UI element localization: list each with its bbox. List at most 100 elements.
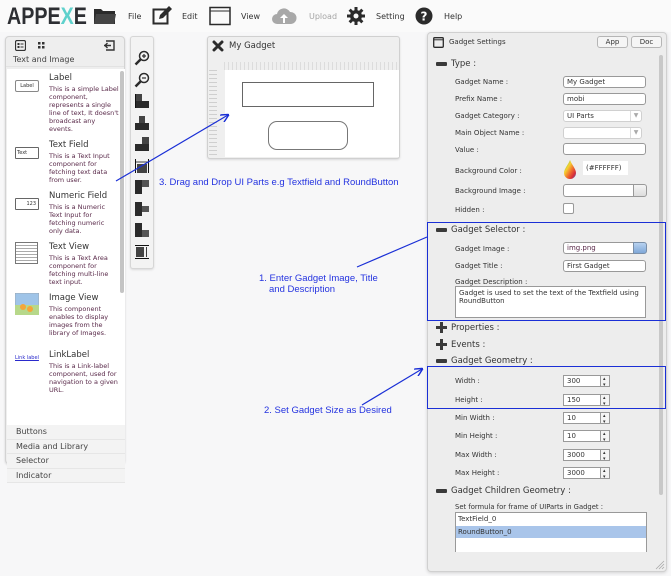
link-label-component-icon: Link label bbox=[15, 355, 39, 361]
min-height-value: 10 bbox=[567, 432, 576, 440]
palette-group-buttons[interactable]: Buttons bbox=[7, 425, 125, 440]
list-view-icon[interactable] bbox=[15, 40, 26, 51]
palette-scrollbar[interactable] bbox=[120, 71, 124, 293]
hidden-label: Hidden : bbox=[455, 206, 485, 214]
gadget-category-label: Gadget Category : bbox=[455, 112, 520, 120]
gadget-category-select[interactable]: UI Parts ▼ bbox=[563, 110, 642, 122]
value-label: Value : bbox=[455, 146, 479, 154]
upload-menu[interactable]: Upload bbox=[271, 0, 339, 32]
gadget-canvas[interactable] bbox=[225, 70, 399, 157]
component-text-field[interactable]: Text Text Field This is a Text Input com… bbox=[7, 140, 119, 190]
palette-group-selector[interactable]: Selector bbox=[7, 454, 125, 469]
top-toolbar: APPEXE File Edit View Upload Setting ? H… bbox=[0, 0, 671, 32]
annotation-step3: 3. Drag and Drop UI Parts e.g Textfield … bbox=[159, 177, 399, 188]
align-center-icon[interactable] bbox=[134, 115, 150, 131]
palette-group-media-and-library[interactable]: Media and Library bbox=[7, 439, 125, 454]
canvas-roundbutton[interactable] bbox=[268, 121, 348, 150]
settings-title: Gadget Settings bbox=[449, 38, 506, 46]
component-title: Label bbox=[49, 73, 72, 83]
browse-image-button[interactable] bbox=[633, 184, 647, 197]
component-description: This is a Link-label component, used for… bbox=[49, 362, 118, 394]
prefix-name-input[interactable]: mobi bbox=[563, 93, 646, 105]
label-component-icon: Label bbox=[15, 80, 39, 92]
settings-header: Gadget Settings App Doc bbox=[428, 33, 666, 51]
zoom-out-icon[interactable] bbox=[134, 72, 150, 88]
background-image-input[interactable] bbox=[563, 184, 633, 197]
palette-category-text-and-image[interactable]: Text and Image bbox=[6, 53, 124, 67]
align-right-icon[interactable] bbox=[134, 136, 150, 152]
resize-grip-icon[interactable] bbox=[655, 560, 665, 570]
component-label[interactable]: Label Label This is a simple Label compo… bbox=[7, 73, 119, 133]
gadget-window: My Gadget bbox=[207, 36, 400, 159]
component-image-view[interactable]: Image View This component enables to dis… bbox=[7, 293, 119, 349]
align-left-icon[interactable] bbox=[134, 93, 150, 109]
stepper-arrows-icon[interactable] bbox=[600, 466, 610, 482]
text-field-component-icon: Text bbox=[15, 147, 39, 159]
zoom-in-icon[interactable] bbox=[134, 50, 150, 66]
palette-group-indicator[interactable]: Indicator bbox=[7, 468, 125, 483]
stepper-arrows-icon[interactable] bbox=[600, 411, 610, 427]
app-button[interactable]: App bbox=[597, 36, 628, 48]
hidden-checkbox[interactable] bbox=[563, 203, 574, 214]
distribute-horizontal-icon[interactable] bbox=[134, 158, 150, 174]
help-label: Help bbox=[444, 12, 463, 21]
close-icon[interactable] bbox=[212, 40, 224, 52]
text-view-component-icon bbox=[15, 242, 38, 264]
component-text-view[interactable]: Text View This is a Text Area component … bbox=[7, 242, 119, 292]
edit-menu[interactable]: Edit bbox=[152, 0, 202, 32]
list-item[interactable]: TextField_0 bbox=[456, 513, 646, 526]
chevron-down-icon: ▼ bbox=[630, 111, 641, 121]
setting-menu[interactable]: Setting bbox=[347, 0, 407, 32]
arrow-step1 bbox=[356, 236, 428, 268]
type-section-toggle[interactable]: Type : bbox=[436, 59, 476, 69]
file-menu[interactable]: File bbox=[93, 0, 143, 32]
canvas-textfield[interactable] bbox=[242, 82, 374, 107]
min-width-stepper[interactable]: 10 bbox=[563, 411, 610, 427]
stepper-arrows-icon[interactable] bbox=[600, 448, 610, 464]
geometry-highlight-box bbox=[427, 366, 666, 409]
component-description: This component enables to display images… bbox=[49, 305, 109, 337]
grid-view-icon[interactable] bbox=[38, 42, 45, 49]
collapse-panel-icon[interactable] bbox=[103, 40, 115, 51]
chevron-down-icon: ▼ bbox=[630, 128, 641, 138]
cloud-upload-icon bbox=[272, 8, 297, 24]
doc-button[interactable]: Doc bbox=[631, 36, 662, 48]
gadget-name-label: Gadget Name : bbox=[455, 78, 509, 86]
gadget-geometry-section-toggle[interactable]: Gadget Geometry : bbox=[436, 356, 533, 366]
value-input[interactable] bbox=[563, 143, 646, 155]
align-middle-icon[interactable] bbox=[134, 201, 150, 217]
events-section-toggle[interactable]: Events : bbox=[436, 339, 485, 350]
align-bottom-icon[interactable] bbox=[134, 222, 150, 238]
max-height-stepper[interactable]: 3000 bbox=[563, 466, 610, 482]
component-description: This is a simple Label component, repres… bbox=[49, 85, 119, 133]
list-item[interactable]: RoundButton_0 bbox=[456, 525, 646, 538]
logo-x-mark: X bbox=[60, 3, 74, 30]
component-link-label[interactable]: Link label LinkLabel This is a Link-labe… bbox=[7, 350, 119, 406]
max-width-stepper[interactable]: 3000 bbox=[563, 448, 610, 464]
upload-label: Upload bbox=[309, 12, 338, 21]
properties-section-toggle[interactable]: Properties : bbox=[436, 322, 500, 333]
component-title: Text Field bbox=[49, 140, 89, 150]
max-height-value: 3000 bbox=[567, 469, 585, 477]
annotation-step1-line2: and Description bbox=[269, 284, 336, 295]
section-label: Type : bbox=[451, 59, 477, 69]
main-object-name-select[interactable]: ▼ bbox=[563, 127, 642, 139]
min-height-stepper[interactable]: 10 bbox=[563, 429, 610, 445]
help-menu[interactable]: ? Help bbox=[415, 0, 465, 32]
collapse-icon bbox=[436, 62, 447, 66]
stepper-arrows-icon[interactable] bbox=[600, 429, 610, 445]
color-picker-icon[interactable] bbox=[564, 160, 576, 179]
component-numeric-field[interactable]: 123 Numeric Field This is a Numeric Text… bbox=[7, 191, 119, 241]
children-geometry-section-toggle[interactable]: Gadget Children Geometry : bbox=[436, 486, 571, 496]
vertical-ruler bbox=[209, 70, 217, 155]
distribute-vertical-icon[interactable] bbox=[134, 244, 150, 260]
max-width-value: 3000 bbox=[567, 451, 585, 459]
component-list: Label Label This is a simple Label compo… bbox=[7, 69, 125, 425]
min-width-label: Min Width : bbox=[455, 414, 495, 422]
view-menu[interactable]: View bbox=[209, 0, 264, 32]
align-top-icon[interactable] bbox=[134, 179, 150, 195]
children-list: TextField_0 RoundButton_0 bbox=[455, 512, 647, 552]
logo-text-prefix: APPE bbox=[7, 3, 61, 30]
gadget-name-input[interactable]: My Gadget bbox=[563, 76, 646, 88]
section-label: Properties : bbox=[451, 322, 500, 333]
